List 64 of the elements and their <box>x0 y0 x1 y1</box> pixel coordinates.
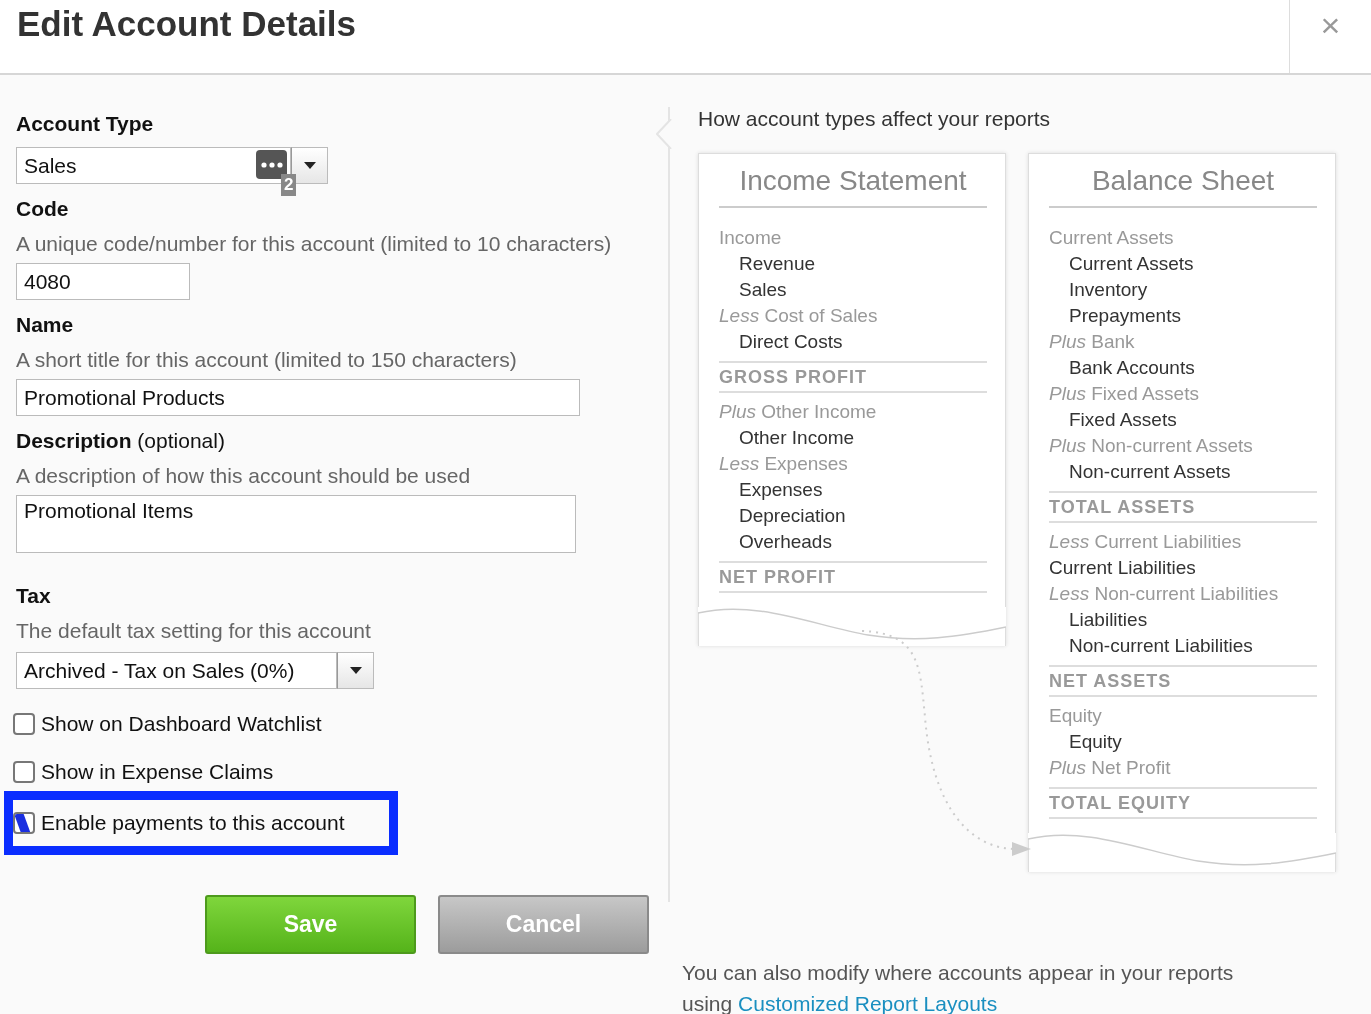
report-total: TOTAL ASSETS <box>1049 491 1317 523</box>
field-hint: A short title for this account (limited to 150 characters) <box>16 347 518 373</box>
field-hint: The default tax setting for this account <box>16 618 372 644</box>
more-options-button[interactable] <box>256 150 287 179</box>
caret-icon <box>349 667 362 674</box>
report-account: Sales <box>738 278 788 302</box>
field-label: Code <box>16 196 70 222</box>
text-field[interactable]: 4080 <box>16 263 190 300</box>
field-label: Account Type <box>16 111 155 137</box>
report-account: Depreciation <box>738 504 847 528</box>
report-section: Plus Bank <box>1049 329 1317 355</box>
more-icon <box>260 161 283 168</box>
checkbox-label: Enable payments to this account <box>41 811 345 835</box>
report-account: Non-current Assets <box>1068 460 1232 484</box>
field-label: Description (optional) <box>16 428 226 454</box>
report-section: Plus Fixed Assets <box>1049 381 1317 407</box>
report-account: Overheads <box>738 530 833 554</box>
dropdown-button[interactable] <box>337 652 374 689</box>
report-account: Bank Accounts <box>1068 356 1196 380</box>
report-account: Prepayments <box>1068 304 1182 328</box>
checkbox-label: Show in Expense Claims <box>41 760 274 784</box>
report-account: Expenses <box>738 478 824 502</box>
report-section: Less Cost of Sales <box>719 303 987 329</box>
count-badge: 2 <box>281 174 297 196</box>
report-account: Non-current Liabilities <box>1068 634 1254 658</box>
report-account: Liabilities <box>1068 608 1149 632</box>
text-area[interactable]: Promotional Items <box>16 495 576 553</box>
report-total: NET PROFIT <box>719 561 987 593</box>
report-account: Other Income <box>738 426 856 450</box>
report-total: TOTAL EQUITY <box>1049 787 1317 819</box>
tax-select[interactable]: Archived - Tax on Sales (0%) <box>16 652 337 689</box>
report-account: Revenue <box>738 252 817 276</box>
report-title: Balance Sheet <box>1049 154 1317 208</box>
report-account: Current Liabilities <box>1049 556 1197 580</box>
field-label: Name <box>16 312 75 338</box>
report-total: NET ASSETS <box>1049 665 1317 697</box>
report-section: Plus Other Income <box>719 399 987 425</box>
report-account: Inventory <box>1068 278 1149 302</box>
report-account: Direct Costs <box>738 330 844 354</box>
report-section: Plus Non-current Assets <box>1049 433 1317 459</box>
field-hint: A description of how this account should be used <box>16 463 472 489</box>
text-field[interactable]: Promotional Products <box>16 379 580 416</box>
report-section: Current Assets <box>1049 225 1317 251</box>
report-section: Less Expenses <box>719 451 987 477</box>
report-section: Less Current Liabilities <box>1049 529 1317 555</box>
report-section: Equity <box>1049 703 1317 729</box>
report-section: Plus Net Profit <box>1049 755 1317 781</box>
report-title: Income Statement <box>719 154 987 208</box>
checkbox[interactable] <box>13 713 35 735</box>
dialog-title: Edit Account Details <box>16 3 358 45</box>
checkbox[interactable] <box>13 761 35 783</box>
report-section: Income <box>719 225 987 251</box>
report-account: Fixed Assets <box>1068 408 1178 432</box>
dropdown-button[interactable] <box>291 147 328 184</box>
report-total: GROSS PROFIT <box>719 361 987 393</box>
checkbox-label: Show on Dashboard Watchlist <box>41 712 322 736</box>
report-account: Equity <box>1068 730 1123 754</box>
field-label: Tax <box>16 583 52 609</box>
field-hint: A unique code/number for this account (limited to 10 characters) <box>16 231 613 257</box>
caret-icon <box>303 162 316 169</box>
checkbox[interactable] <box>13 812 35 834</box>
reports-heading: How account types affect your reports <box>698 107 1052 132</box>
report-section: Less Non-current Liabilities <box>1049 581 1317 607</box>
report-account: Current Assets <box>1068 252 1195 276</box>
